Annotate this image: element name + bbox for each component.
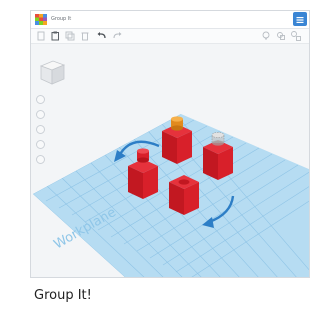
group-icon[interactable]: [275, 30, 287, 42]
redo-icon[interactable]: [111, 30, 123, 42]
tutorial-card[interactable]: Group It Workplane Group It!: [0, 0, 310, 313]
undo-icon[interactable]: [96, 30, 108, 42]
hole-cylinder[interactable]: [211, 132, 225, 146]
copy-icon[interactable]: [35, 30, 47, 42]
app-screenshot: Group It Workplane: [30, 10, 310, 278]
3d-viewport[interactable]: Workplane: [31, 44, 310, 278]
delete-icon[interactable]: [79, 30, 91, 42]
title-bar: Group It: [31, 11, 309, 29]
red-cylinder[interactable]: [137, 148, 149, 163]
menu-button[interactable]: [293, 12, 307, 26]
orange-cylinder[interactable]: [171, 116, 183, 131]
duplicate-icon[interactable]: [64, 30, 76, 42]
ungroup-icon[interactable]: [290, 30, 302, 42]
design-title[interactable]: Group It: [51, 14, 71, 25]
red-box-right[interactable]: [203, 140, 233, 180]
red-box-left[interactable]: [128, 159, 158, 199]
card-caption[interactable]: Group It!: [34, 288, 92, 303]
light-bulb-icon[interactable]: [260, 30, 272, 42]
paste-icon[interactable]: [49, 30, 61, 42]
red-box-front[interactable]: [169, 175, 199, 215]
toolbar: [31, 29, 309, 44]
tinkercad-logo-icon: [35, 14, 47, 25]
list-icon: [296, 17, 304, 23]
